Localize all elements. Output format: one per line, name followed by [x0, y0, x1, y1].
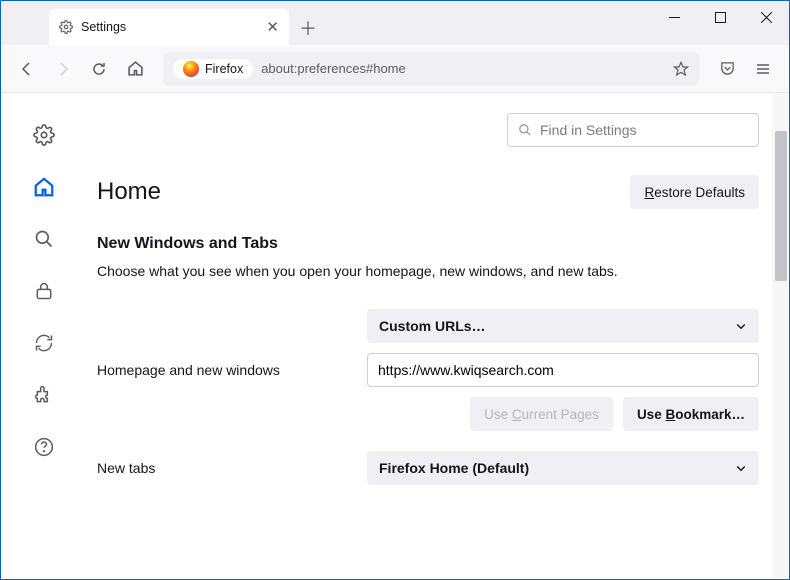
newtabs-select[interactable]: Firefox Home (Default) [367, 451, 759, 485]
section-title: New Windows and Tabs [97, 235, 759, 253]
sidebar-privacy[interactable] [30, 277, 58, 305]
firefox-pill: Firefox [173, 59, 253, 79]
sidebar-extensions[interactable] [30, 381, 58, 409]
scrollbar-thumb[interactable] [775, 131, 787, 281]
find-settings-input[interactable]: Find in Settings [507, 113, 759, 147]
use-current-pages-button: Use Current Pages [470, 397, 613, 431]
page-title: Home [97, 178, 161, 206]
close-icon[interactable]: ✕ [266, 18, 279, 36]
chevron-down-icon [735, 462, 747, 474]
sidebar-home[interactable] [30, 173, 58, 201]
tab-title: Settings [81, 20, 258, 34]
address-bar[interactable]: Firefox about:preferences#home [163, 52, 699, 86]
search-icon [518, 123, 532, 137]
menu-button[interactable] [747, 53, 779, 85]
newtabs-label: New tabs [97, 460, 357, 476]
maximize-button[interactable] [697, 1, 743, 33]
search-placeholder: Find in Settings [540, 122, 637, 138]
home-button[interactable] [119, 53, 151, 85]
homepage-mode-value: Custom URLs… [379, 318, 486, 334]
forward-button [47, 53, 79, 85]
browser-tab[interactable]: Settings ✕ [49, 9, 289, 45]
sidebar-general[interactable] [30, 121, 58, 149]
minimize-button[interactable] [651, 1, 697, 33]
star-icon[interactable] [673, 61, 689, 77]
sidebar-help[interactable] [30, 433, 58, 461]
sidebar-search[interactable] [30, 225, 58, 253]
homepage-mode-select[interactable]: Custom URLs… [367, 309, 759, 343]
url-text: about:preferences#home [261, 61, 665, 76]
pocket-button[interactable] [711, 53, 743, 85]
newtabs-value: Firefox Home (Default) [379, 460, 529, 476]
homepage-label: Homepage and new windows [97, 362, 357, 378]
back-button[interactable] [11, 53, 43, 85]
sidebar-sync[interactable] [30, 329, 58, 357]
use-bookmark-button[interactable]: Use Bookmark… [623, 397, 759, 431]
gear-icon [59, 20, 73, 34]
reload-button[interactable] [83, 53, 115, 85]
close-window-button[interactable] [743, 1, 789, 33]
chevron-down-icon [735, 320, 747, 332]
section-desc: Choose what you see when you open your h… [97, 263, 759, 279]
new-tab-button[interactable]: ＋ [299, 15, 317, 41]
firefox-icon [183, 61, 199, 77]
pill-label: Firefox [205, 62, 243, 76]
homepage-url-input[interactable] [367, 353, 759, 387]
restore-defaults-button[interactable]: Restore Defaults [630, 175, 759, 209]
